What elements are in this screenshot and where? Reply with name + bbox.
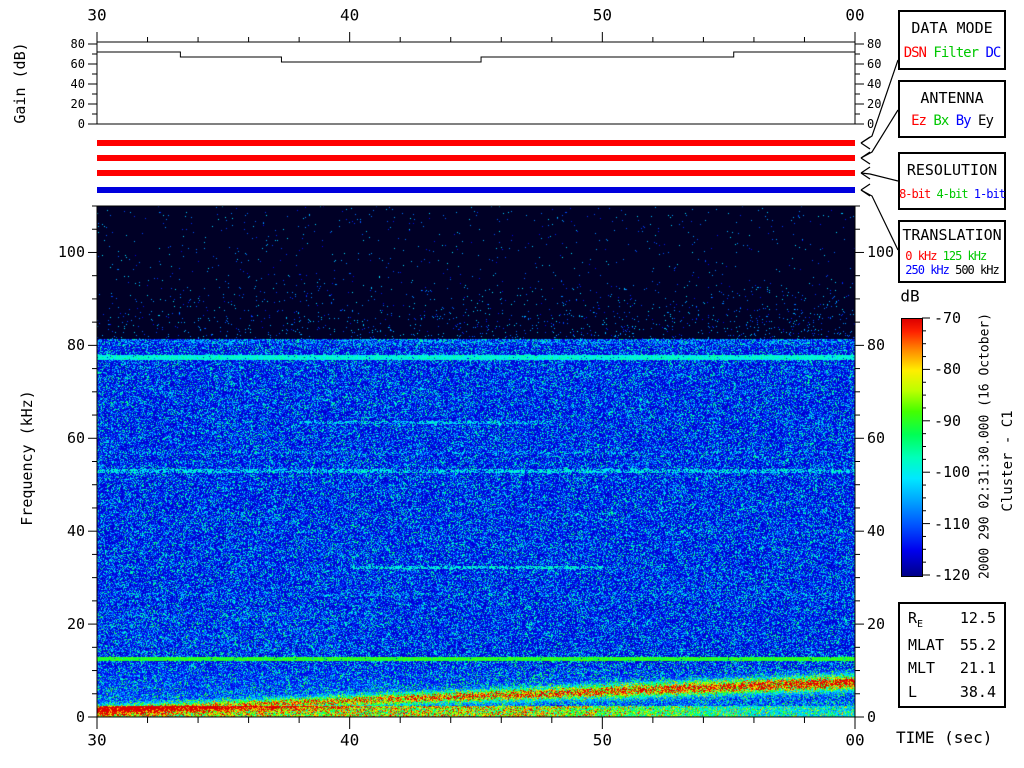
gain-tick-label-left: 80 — [70, 37, 85, 51]
freq-tick-label-left: 20 — [66, 615, 85, 634]
legend-box-options: 8-bit 4-bit 1-bit — [899, 186, 1006, 201]
time-tick-label-top: 40 — [340, 5, 360, 25]
freq-tick-label-right: 60 — [867, 429, 886, 448]
freq-axis-title: Frequency (kHz) — [18, 390, 36, 526]
legend-option: DC — [985, 44, 1001, 61]
gain-tick-label-right: 0 — [867, 117, 875, 131]
info-row: L 38.4 — [900, 683, 1004, 701]
legend-option: By — [955, 113, 972, 130]
colorbar-tick-label: -90 — [934, 411, 962, 430]
info-value: 38.4 — [959, 682, 996, 701]
colorbar — [901, 318, 923, 577]
legend-option-row: DSN Filter DC — [903, 44, 1002, 61]
resolution-bar — [97, 170, 855, 176]
legend-option: 125 kHz — [942, 248, 988, 263]
antenna-bar — [97, 155, 855, 161]
legend-option: Filter — [933, 44, 979, 61]
gain-tick-label-left: 40 — [70, 77, 85, 91]
legend-option: 500 kHz — [955, 262, 1000, 277]
translation-bar — [97, 187, 855, 193]
legend-option: Ey — [978, 113, 994, 130]
legend-option: Bx — [933, 113, 949, 130]
colorbar-tick-label: -110 — [934, 514, 971, 533]
freq-tick-label-right: 20 — [867, 615, 886, 634]
time-tick-label-bottom: 00 — [845, 730, 865, 750]
gain-tick-label-right: 20 — [867, 97, 882, 111]
legend-option-row: 250 kHz 500 kHz — [905, 262, 1000, 277]
pointer-arrow — [860, 189, 899, 251]
legend-box-translation: TRANSLATION 0 kHz 125 kHz 250 kHz 500 kHz — [898, 220, 1006, 283]
spectrogram-heatmap — [97, 206, 855, 717]
info-value: 12.5 — [959, 609, 996, 628]
info-label: MLT — [908, 659, 936, 678]
freq-tick-label-right: 100 — [867, 243, 895, 262]
time-tick-label-bottom: 40 — [340, 730, 360, 750]
legend-option: 1-bit — [973, 186, 1006, 201]
info-row: MLT 21.1 — [900, 659, 1004, 677]
freq-tick-label-right: 40 — [867, 522, 886, 541]
time-axis-title: TIME (sec) — [896, 728, 993, 747]
legend-option: 0 kHz — [905, 248, 937, 263]
legend-box-options: DSN Filter DC — [903, 44, 1002, 61]
timestamp-label: 2000 290 02:31:30.000 (16 October) — [977, 312, 993, 580]
legend-box-resolution: RESOLUTION 8-bit 4-bit 1-bit — [898, 152, 1006, 210]
gain-tick-label-left: 60 — [70, 57, 85, 71]
data-mode-bar — [97, 140, 855, 146]
legend-option: 8-bit — [899, 186, 931, 201]
gain-tick-label-right: 80 — [867, 37, 882, 51]
info-value: 55.2 — [959, 635, 996, 654]
time-tick-label-top: 50 — [592, 5, 612, 25]
colorbar-tick-label: -100 — [934, 463, 971, 482]
info-value: 21.1 — [959, 659, 996, 678]
freq-tick-label-left: 40 — [66, 522, 85, 541]
info-row: MLAT 55.2 — [900, 636, 1004, 654]
gain-axis-title: Gain (dB) — [11, 42, 29, 124]
freq-tick-label-left: 0 — [75, 708, 85, 726]
time-tick-label-bottom: 50 — [592, 730, 612, 750]
freq-tick-label-right: 0 — [867, 708, 877, 726]
legend-box-data-mode: DATA MODE DSN Filter DC — [898, 10, 1006, 70]
legend-option: Ez — [911, 113, 927, 130]
gain-tick-label-left: 0 — [77, 117, 85, 131]
gain-tick-label-right: 40 — [867, 77, 882, 91]
freq-tick-label-left: 60 — [66, 429, 85, 448]
legend-box-options: Ez Bx By Ey — [911, 113, 994, 130]
legend-option: DSN — [903, 44, 927, 61]
info-label: L — [908, 682, 918, 701]
colorbar-tick-label: -80 — [934, 360, 962, 379]
gain-tick-label-left: 20 — [70, 97, 85, 111]
info-label: RE — [908, 609, 924, 631]
legend-option-row: Ez Bx By Ey — [911, 113, 994, 130]
freq-tick-label-left: 80 — [66, 336, 85, 355]
legend-option: 4-bit — [936, 186, 968, 201]
legend-box-title: ANTENNA — [920, 88, 984, 107]
info-label: MLAT — [908, 635, 945, 654]
freq-tick-label-left: 100 — [57, 243, 85, 262]
spacecraft-label: Cluster - C1 — [1000, 410, 1016, 512]
colorbar-tick-label: -70 — [934, 309, 962, 327]
wbd-spectrogram-display: Gain (dB) Frequency (kHz) TIME (sec) dB … — [0, 0, 1024, 768]
info-row: RE 12.5 — [900, 609, 1004, 630]
legend-box-antenna: ANTENNA Ez Bx By Ey — [898, 80, 1006, 138]
legend-option: 250 kHz — [905, 262, 950, 277]
freq-tick-label-right: 80 — [867, 336, 886, 355]
pointer-arrow — [860, 172, 899, 182]
legend-box-options: 0 kHz 125 kHz 250 kHz 500 kHz — [905, 249, 1000, 277]
gain-tick-label-right: 60 — [867, 57, 882, 71]
legend-option-row: 8-bit 4-bit 1-bit — [899, 186, 1006, 201]
time-tick-label-bottom: 30 — [87, 730, 107, 750]
legend-box-title: RESOLUTION — [906, 161, 998, 180]
legend-box-title: TRANSLATION — [902, 226, 1002, 245]
time-tick-label-top: 00 — [845, 5, 865, 25]
colorbar-tick-label: -120 — [934, 566, 971, 584]
legend-box-title: DATA MODE — [911, 19, 993, 38]
legend-option-row: 0 kHz 125 kHz — [905, 249, 998, 263]
colorbar-title: dB — [900, 286, 920, 306]
orbit-info-box: RE 12.5 MLAT 55.2 MLT 21.1 L 38.4 — [898, 602, 1006, 708]
time-tick-label-top: 30 — [87, 5, 107, 25]
